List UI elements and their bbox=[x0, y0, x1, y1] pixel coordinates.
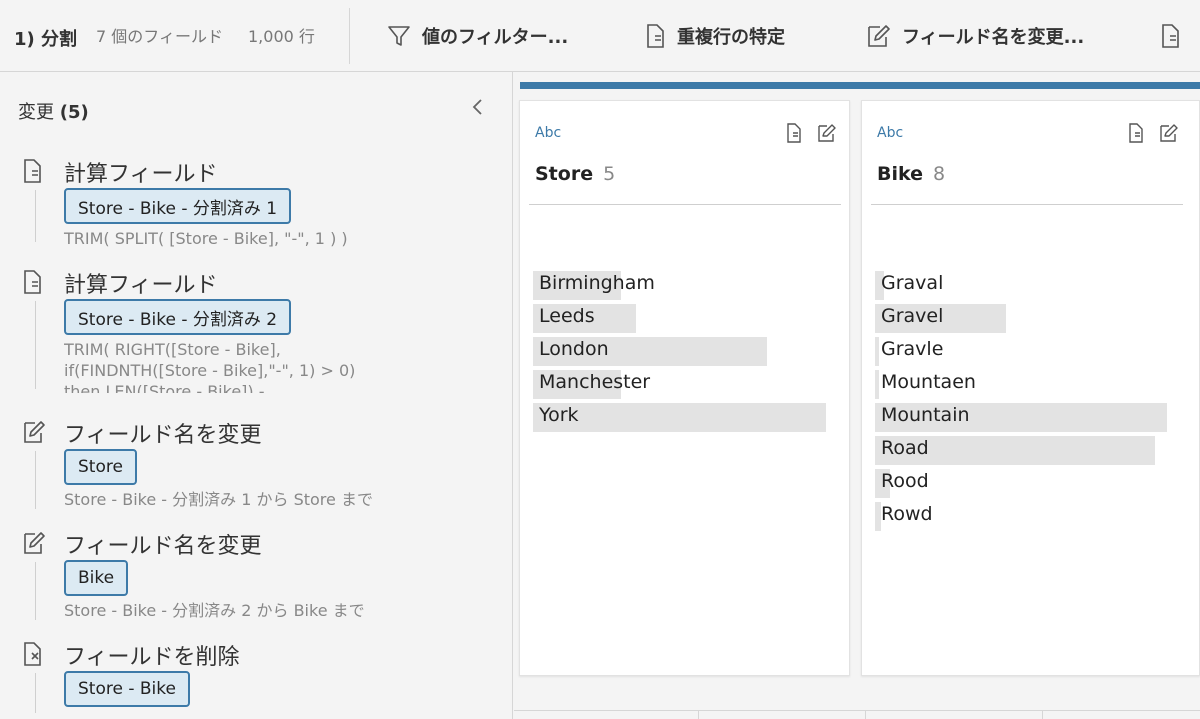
field-pill[interactable]: Store - Bike - 分割済み 2 bbox=[64, 299, 292, 335]
document-icon bbox=[1162, 24, 1179, 48]
step-color-bar bbox=[520, 82, 1200, 89]
collapse-chevron-icon[interactable] bbox=[468, 96, 488, 118]
field-count: 7 個のフィールド bbox=[96, 27, 223, 46]
value-label: Gravle bbox=[881, 338, 944, 360]
field-pill[interactable]: Store - Bike - 分割済み 1 bbox=[64, 188, 292, 224]
value-label: Gravel bbox=[881, 305, 944, 327]
filter-values-label: 値のフィルター... bbox=[422, 27, 569, 48]
rename-icon[interactable] bbox=[1159, 123, 1179, 143]
value-label: Manchester bbox=[539, 371, 651, 393]
distinct-count: 8 bbox=[933, 163, 946, 185]
change-type: フィールド名を変更 bbox=[64, 423, 262, 448]
bottom-divider bbox=[514, 710, 1200, 719]
profile-pane: Abc Store 5 Birmingham Leeds London Manchest… bbox=[514, 72, 1200, 719]
toolbar: 1) 分割 7 個のフィールド 1,000 行 値のフィルター... 重複行の特… bbox=[0, 0, 1200, 72]
value-frequency-bar bbox=[875, 370, 879, 399]
step-label: 1) 分割 bbox=[14, 29, 78, 50]
change-connector bbox=[35, 301, 36, 389]
change-connector bbox=[35, 562, 36, 620]
profile-card-store[interactable]: Abc Store 5 Birmingham Leeds London Manchest… bbox=[519, 100, 850, 676]
field-header[interactable]: Bike 8 bbox=[877, 163, 945, 185]
rename-icon bbox=[24, 421, 45, 443]
row-count: 1,000 行 bbox=[248, 27, 315, 46]
change-type: フィールド名を変更 bbox=[64, 534, 262, 559]
change-type: フィールドを削除 bbox=[64, 645, 240, 670]
change-type: 計算フィールド bbox=[64, 273, 218, 298]
value-label: London bbox=[539, 338, 609, 360]
rename-fields-button[interactable]: フィールド名を変更... bbox=[866, 20, 1084, 52]
data-type-label[interactable]: Abc bbox=[877, 125, 903, 141]
profile-card-bike[interactable]: Abc Bike 8 Graval Gravel Gravle Mountaen Moun… bbox=[861, 100, 1200, 676]
calculated-field-icon bbox=[24, 159, 41, 183]
changes-title: 変更 (5) bbox=[18, 102, 89, 123]
document-icon bbox=[647, 24, 664, 48]
calculated-field-icon[interactable] bbox=[785, 123, 805, 143]
more-toolbar-button[interactable] bbox=[1160, 20, 1182, 52]
toolbar-divider bbox=[349, 8, 350, 64]
identify-duplicates-button[interactable]: 重複行の特定 bbox=[645, 20, 785, 52]
change-detail: TRIM( SPLIT( [Store - Bike], "-", 1 ) ) bbox=[64, 229, 348, 248]
change-detail: TRIM( RIGHT([Store - Bike], if(FINDNTH([… bbox=[64, 340, 356, 393]
value-label: Leeds bbox=[539, 305, 595, 327]
calculated-field-icon bbox=[24, 270, 41, 294]
filter-icon bbox=[388, 26, 410, 46]
rename-icon bbox=[868, 25, 890, 47]
value-label: Road bbox=[881, 437, 929, 459]
value-label: Rood bbox=[881, 470, 929, 492]
change-detail: Store - Bike - 分割済み 1 から Store まで bbox=[64, 490, 373, 509]
rename-fields-label: フィールド名を変更... bbox=[902, 27, 1085, 48]
field-header[interactable]: Store 5 bbox=[535, 163, 615, 185]
value-label: Rowd bbox=[881, 503, 933, 525]
data-type-label[interactable]: Abc bbox=[535, 125, 561, 141]
change-detail: Store - Bike - 分割済み 2 から Bike まで bbox=[64, 601, 365, 620]
value-label: Birmingham bbox=[539, 272, 655, 294]
field-pill[interactable]: Store - Bike bbox=[64, 671, 190, 707]
rename-icon bbox=[24, 532, 45, 554]
header-divider bbox=[871, 204, 1183, 205]
changes-panel: 変更 (5) 計算フィールド Store - Bike - 分割済み 1 TRI… bbox=[0, 72, 513, 719]
field-pill[interactable]: Bike bbox=[64, 560, 129, 596]
value-label: York bbox=[539, 404, 579, 426]
value-label: Mountain bbox=[881, 404, 970, 426]
field-name: Store bbox=[535, 163, 594, 185]
identify-duplicates-label: 重複行の特定 bbox=[677, 27, 785, 48]
header-divider bbox=[529, 204, 841, 205]
field-pill[interactable]: Store bbox=[64, 449, 137, 485]
value-label: Mountaen bbox=[881, 371, 976, 393]
change-connector bbox=[35, 451, 36, 509]
change-type: 計算フィールド bbox=[64, 162, 218, 187]
filter-values-button[interactable]: 値のフィルター... bbox=[386, 20, 568, 52]
field-name: Bike bbox=[877, 163, 924, 185]
change-connector bbox=[35, 673, 36, 713]
distinct-count: 5 bbox=[603, 163, 616, 185]
remove-field-icon bbox=[24, 642, 41, 666]
value-frequency-bar bbox=[875, 337, 879, 366]
rename-icon[interactable] bbox=[817, 123, 837, 143]
change-connector bbox=[35, 190, 36, 242]
value-label: Graval bbox=[881, 272, 944, 294]
calculated-field-icon[interactable] bbox=[1127, 123, 1147, 143]
